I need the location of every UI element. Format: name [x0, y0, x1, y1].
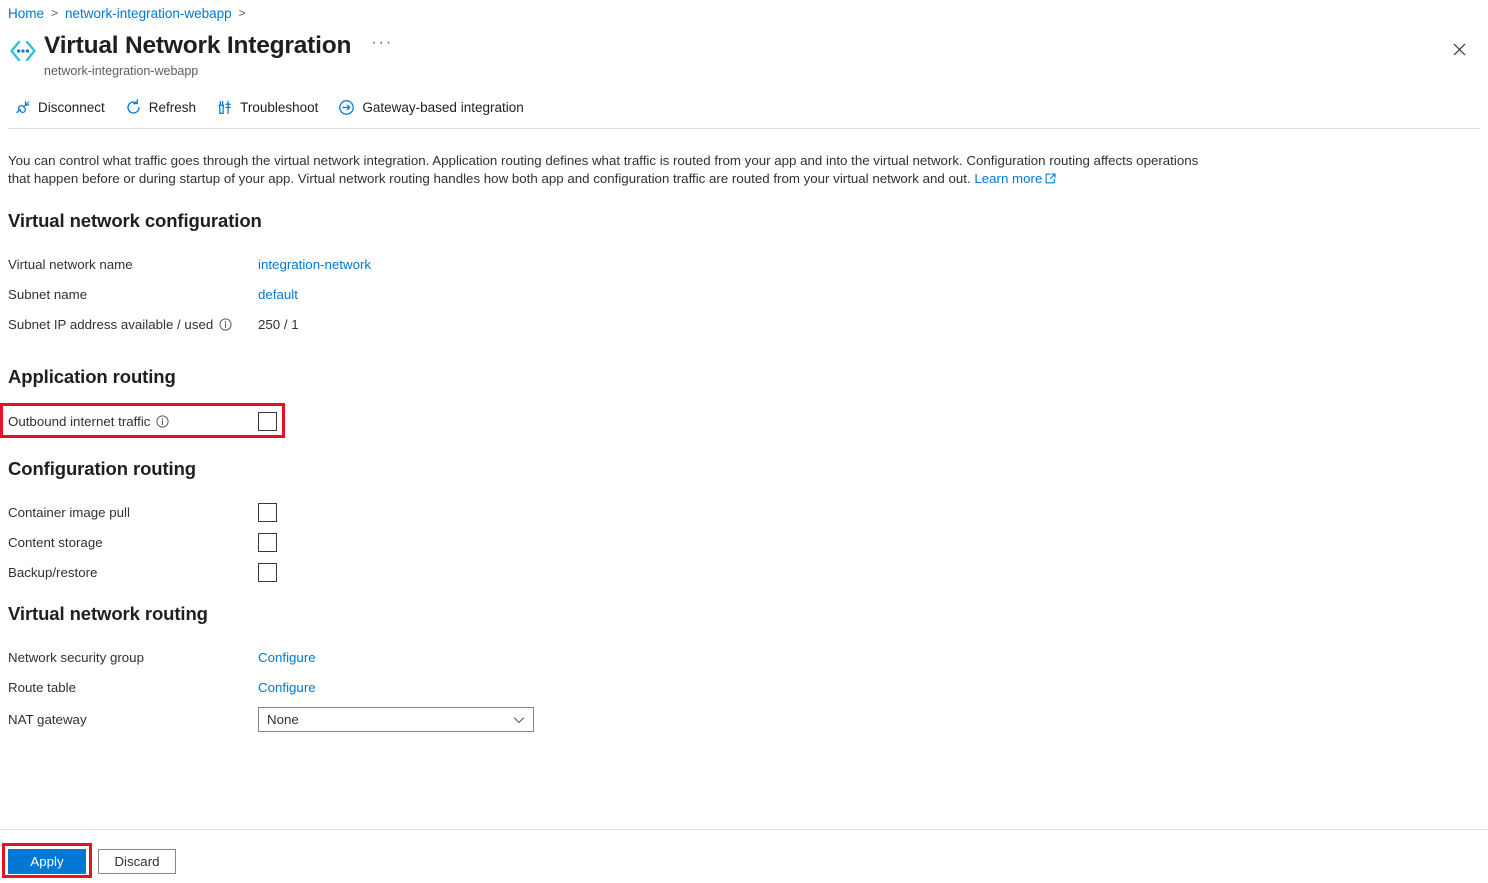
info-icon[interactable] — [219, 318, 232, 331]
refresh-button[interactable]: Refresh — [119, 94, 204, 120]
checkbox-outbound-internet-traffic[interactable] — [258, 412, 277, 431]
section-heading-vnet-config: Virtual network configuration — [8, 210, 262, 232]
description-text: You can control what traffic goes throug… — [8, 152, 1203, 188]
nat-gateway-selected-value: None — [267, 712, 299, 727]
gateway-based-integration-label: Gateway-based integration — [362, 100, 523, 115]
section-heading-application-routing: Application routing — [8, 366, 176, 388]
label-outbound-internet-traffic-text: Outbound internet traffic — [8, 414, 150, 429]
learn-more-link[interactable]: Learn more — [974, 171, 1042, 186]
gateway-arrow-icon — [338, 99, 355, 116]
checkbox-content-storage[interactable] — [258, 533, 277, 552]
row-subnet-ip-usage: Subnet IP address available / used 250 /… — [8, 313, 299, 335]
close-icon — [1453, 43, 1466, 56]
configure-route-table-link[interactable]: Configure — [258, 680, 316, 695]
vnet-integration-blade: Home > network-integration-webapp > Virt… — [0, 0, 1488, 883]
page-subtitle: network-integration-webapp — [44, 63, 397, 79]
row-container-image-pull: Container image pull — [8, 501, 277, 523]
checkbox-backup-restore[interactable] — [258, 563, 277, 582]
page-header: Virtual Network Integration ··· network-… — [8, 30, 397, 79]
refresh-label: Refresh — [149, 100, 196, 115]
troubleshoot-label: Troubleshoot — [240, 100, 318, 115]
value-subnet-name[interactable]: default — [258, 287, 298, 302]
breadcrumb-item-home[interactable]: Home — [8, 6, 44, 21]
label-virtual-network-name: Virtual network name — [8, 257, 258, 272]
breadcrumb: Home > network-integration-webapp > — [8, 3, 253, 23]
section-heading-configuration-routing: Configuration routing — [8, 458, 196, 480]
breadcrumb-item-webapp[interactable]: network-integration-webapp — [65, 6, 232, 21]
label-backup-restore: Backup/restore — [8, 565, 258, 580]
footer-actions: Apply Discard — [8, 849, 176, 874]
chevron-down-icon — [513, 714, 525, 726]
row-content-storage: Content storage — [8, 531, 277, 553]
label-nat-gateway: NAT gateway — [8, 712, 258, 727]
value-subnet-ip-usage: 250 / 1 — [258, 317, 299, 332]
disconnect-label: Disconnect — [38, 100, 105, 115]
troubleshoot-button[interactable]: Troubleshoot — [210, 94, 326, 120]
row-network-security-group: Network security group Configure — [8, 646, 316, 668]
row-outbound-internet-traffic: Outbound internet traffic — [8, 410, 277, 432]
row-virtual-network-name: Virtual network name integration-network — [8, 253, 371, 275]
page-title: Virtual Network Integration — [44, 30, 351, 62]
checkbox-container-image-pull[interactable] — [258, 503, 277, 522]
footer-divider — [0, 829, 1488, 830]
label-container-image-pull: Container image pull — [8, 505, 258, 520]
virtual-network-icon — [8, 36, 38, 66]
nat-gateway-select[interactable]: None — [258, 707, 534, 732]
label-outbound-internet-traffic: Outbound internet traffic — [8, 414, 258, 429]
value-virtual-network-name[interactable]: integration-network — [258, 257, 371, 272]
disconnect-icon — [14, 99, 31, 116]
label-subnet-name: Subnet name — [8, 287, 258, 302]
row-nat-gateway: NAT gateway None — [8, 707, 534, 732]
refresh-icon — [125, 99, 142, 116]
breadcrumb-separator: > — [51, 6, 58, 20]
close-button[interactable] — [1444, 34, 1474, 64]
gateway-based-integration-button[interactable]: Gateway-based integration — [332, 94, 531, 120]
command-bar: Disconnect Refresh Troubl — [8, 94, 538, 120]
label-content-storage: Content storage — [8, 535, 258, 550]
apply-button[interactable]: Apply — [8, 849, 86, 874]
discard-button[interactable]: Discard — [98, 849, 176, 874]
row-backup-restore: Backup/restore — [8, 561, 277, 583]
configure-network-security-group-link[interactable]: Configure — [258, 650, 316, 665]
command-bar-divider — [8, 128, 1480, 129]
section-heading-vnet-routing: Virtual network routing — [8, 603, 208, 625]
label-route-table: Route table — [8, 680, 258, 695]
row-route-table: Route table Configure — [8, 676, 316, 698]
info-icon[interactable] — [156, 415, 169, 428]
label-subnet-ip-usage-text: Subnet IP address available / used — [8, 317, 213, 332]
external-link-icon — [1045, 171, 1056, 189]
disconnect-button[interactable]: Disconnect — [8, 94, 113, 120]
label-network-security-group: Network security group — [8, 650, 258, 665]
breadcrumb-separator: > — [239, 6, 246, 20]
label-subnet-ip-usage: Subnet IP address available / used — [8, 317, 258, 332]
troubleshoot-icon — [216, 99, 233, 116]
more-actions-button[interactable]: ··· — [367, 32, 397, 60]
row-subnet-name: Subnet name default — [8, 283, 298, 305]
